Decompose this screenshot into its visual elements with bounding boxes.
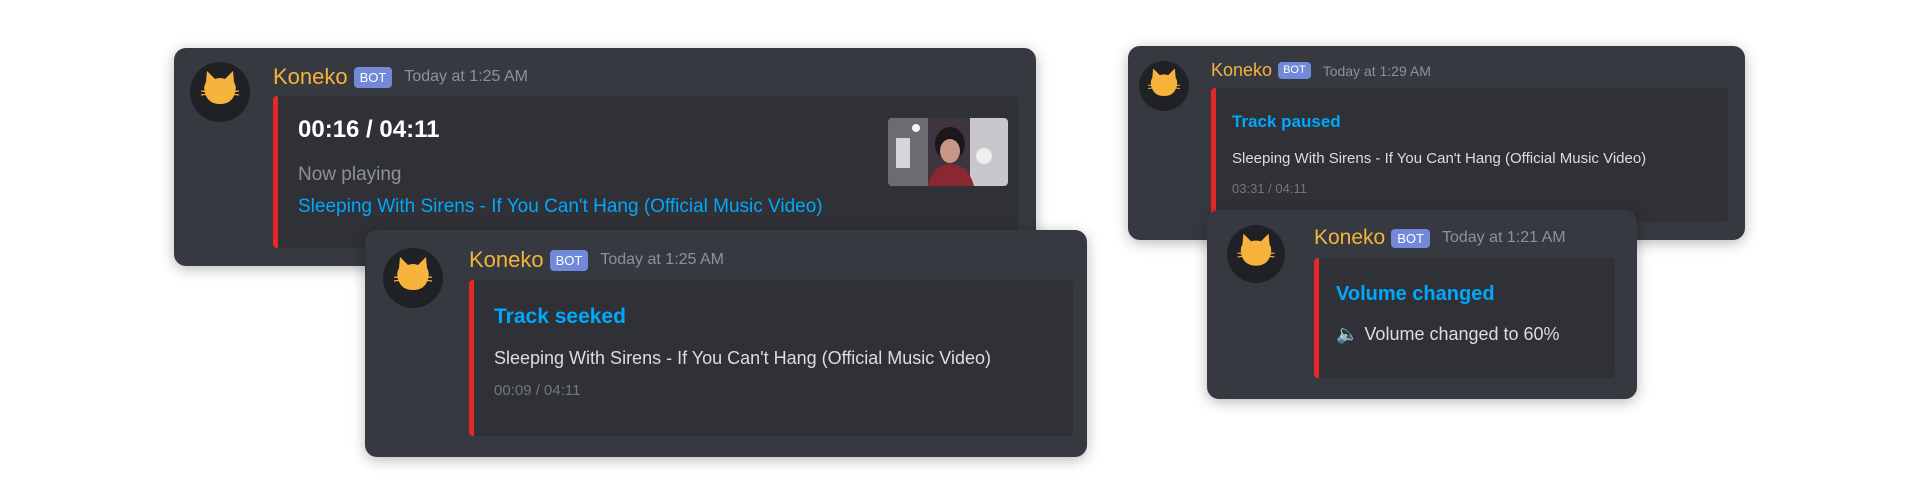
bot-badge: BOT bbox=[1278, 62, 1311, 79]
embed-title: Volume changed bbox=[1336, 283, 1495, 305]
volume-text: Volume changed to 60% bbox=[1364, 324, 1560, 344]
track-name: Sleeping With Sirens - If You Can't Hang… bbox=[494, 348, 992, 368]
pause-position: 03:31 / 04:11 bbox=[1232, 181, 1307, 196]
playback-progress: 00:16 / 04:11 bbox=[298, 116, 440, 143]
bot-username[interactable]: Koneko bbox=[1314, 226, 1385, 250]
embed-title: Track paused bbox=[1232, 112, 1341, 131]
cat-icon bbox=[393, 257, 433, 290]
now-playing-embed: 00:16 / 04:11 Now playing Sleeping With … bbox=[273, 96, 1018, 248]
message-header: Koneko BOT Today at 1:25 AM bbox=[273, 64, 528, 90]
bot-username[interactable]: Koneko bbox=[1211, 60, 1272, 81]
music-video-thumbnail bbox=[888, 118, 1008, 186]
bot-badge: BOT bbox=[1391, 228, 1430, 248]
track-link[interactable]: Sleeping With Sirens - If You Can't Hang… bbox=[298, 196, 823, 218]
message-timestamp: Today at 1:25 AM bbox=[404, 68, 528, 85]
message-header: Koneko BOT Today at 1:21 AM bbox=[1314, 226, 1566, 250]
bot-avatar[interactable] bbox=[1227, 225, 1285, 283]
bot-badge: BOT bbox=[549, 249, 589, 271]
track-name: Sleeping With Sirens - If You Can't Hang… bbox=[1232, 150, 1647, 167]
seek-position: 00:09 / 04:11 bbox=[494, 382, 581, 399]
bot-avatar[interactable] bbox=[190, 62, 250, 122]
message-timestamp: Today at 1:29 AM bbox=[1322, 62, 1431, 79]
cat-icon bbox=[1148, 68, 1180, 96]
volume-changed-embed: Volume changed 🔈 Volume changed to 60% bbox=[1314, 258, 1615, 378]
message-timestamp: Today at 1:25 AM bbox=[600, 251, 724, 268]
embed-title: Track seeked bbox=[494, 305, 626, 328]
bot-avatar[interactable] bbox=[383, 248, 443, 308]
message-header: Koneko BOT Today at 1:25 AM bbox=[469, 247, 724, 273]
cat-icon bbox=[1237, 233, 1275, 266]
speaker-icon: 🔈 bbox=[1336, 324, 1359, 344]
volume-line: 🔈 Volume changed to 60% bbox=[1336, 324, 1560, 345]
track-paused-embed: Track paused Sleeping With Sirens - If Y… bbox=[1211, 88, 1728, 222]
message-volume-changed: Koneko BOT Today at 1:21 AM Volume chang… bbox=[1207, 210, 1637, 399]
message-track-seeked: Koneko BOT Today at 1:25 AM Track seeked… bbox=[365, 230, 1087, 457]
bot-badge: BOT bbox=[353, 66, 393, 88]
bot-username[interactable]: Koneko bbox=[469, 247, 544, 273]
track-thumbnail[interactable] bbox=[888, 118, 1008, 186]
bot-avatar[interactable] bbox=[1139, 61, 1189, 111]
cat-icon bbox=[200, 71, 240, 104]
now-playing-label: Now playing bbox=[298, 164, 402, 185]
bot-username[interactable]: Koneko bbox=[273, 64, 348, 90]
message-header: Koneko BOT Today at 1:29 AM bbox=[1211, 60, 1431, 81]
track-seeked-embed: Track seeked Sleeping With Sirens - If Y… bbox=[469, 280, 1073, 436]
message-timestamp: Today at 1:21 AM bbox=[1441, 229, 1566, 246]
